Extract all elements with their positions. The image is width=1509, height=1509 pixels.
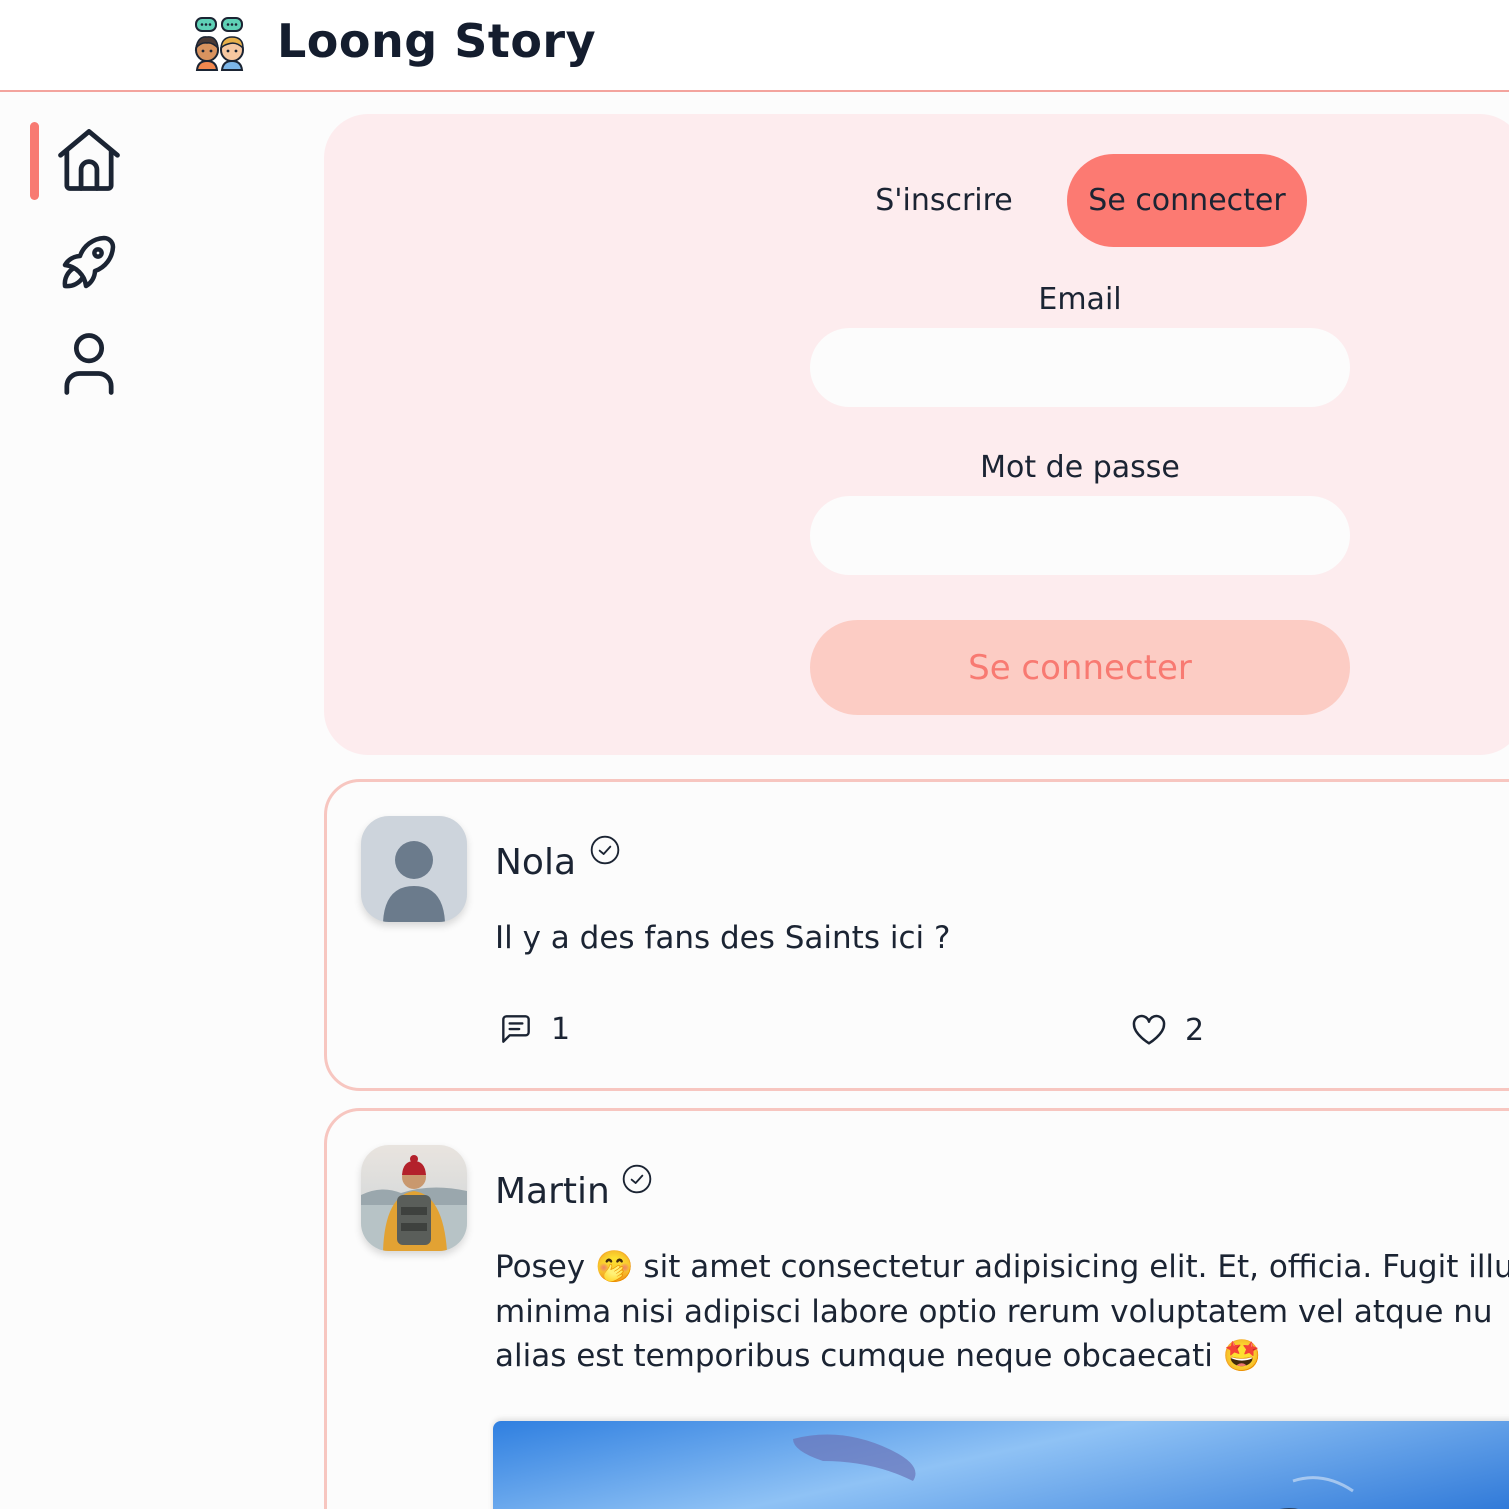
verified-icon (590, 835, 620, 865)
password-label: Mot de passe (980, 450, 1180, 485)
comments-action[interactable]: 1 (497, 1010, 570, 1048)
avatar[interactable] (361, 816, 467, 922)
heart-icon (1132, 1014, 1166, 1045)
auth-card: S'inscrire Se connecter Email Mot de pas… (324, 114, 1509, 755)
post-card: Nola Il y a des fans des Saints ici ? 1 … (324, 779, 1509, 1091)
email-field[interactable] (810, 328, 1350, 407)
login-submit-button[interactable]: Se connecter (810, 620, 1350, 715)
sidebar-item-home[interactable] (50, 120, 128, 200)
user-icon (64, 333, 114, 395)
post-text: Il y a des fans des Saints ici ? (495, 920, 951, 956)
email-label: Email (1038, 282, 1122, 317)
post-author[interactable]: Martin (495, 1171, 610, 1212)
post-text-line: minima nisi adipisci labore optio rerum … (495, 1294, 1493, 1330)
active-nav-indicator (30, 122, 39, 200)
post-author[interactable]: Nola (495, 842, 576, 883)
sidebar-item-profile[interactable] (50, 324, 128, 404)
home-icon (58, 129, 120, 191)
likes-action[interactable]: 2 (1129, 1010, 1204, 1050)
rocket-icon (62, 235, 116, 289)
password-field[interactable] (810, 496, 1350, 575)
like-count: 2 (1185, 1012, 1205, 1048)
comment-count: 1 (551, 1011, 571, 1047)
comment-icon (502, 1015, 530, 1043)
post-card: Martin Posey 🤭 sit amet consectetur adip… (324, 1108, 1509, 1509)
post-text-line: Posey 🤭 sit amet consectetur adipisicing… (495, 1249, 1509, 1285)
sidebar-item-explore[interactable] (50, 222, 128, 302)
avatar[interactable] (361, 1145, 467, 1251)
tab-login[interactable]: Se connecter (1067, 154, 1307, 247)
post-image[interactable] (493, 1421, 1509, 1509)
tab-register[interactable]: S'inscrire (844, 154, 1044, 247)
app-header: Loong Story (0, 0, 1509, 92)
post-text-line: alias est temporibus cumque neque obcaec… (495, 1338, 1262, 1374)
verified-icon (622, 1164, 652, 1194)
app-title[interactable]: Loong Story (277, 14, 596, 68)
logo-icon[interactable] (190, 14, 250, 74)
